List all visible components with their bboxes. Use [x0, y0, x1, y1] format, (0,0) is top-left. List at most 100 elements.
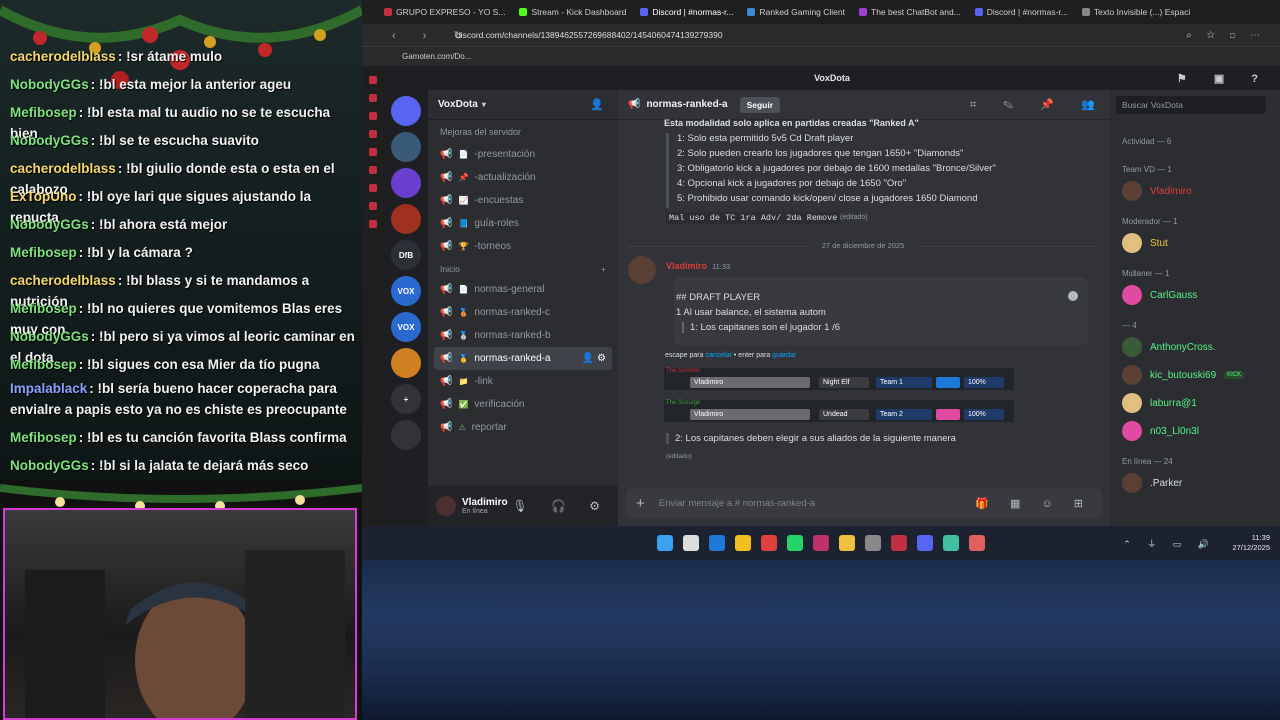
channel-item[interactable]: 📢 ✅ verificación — [428, 393, 618, 416]
discord-titlebar: VoxDota ⚑ ▣ ? — [384, 66, 1280, 90]
browser-tab[interactable]: The best ChatBot and... — [859, 7, 961, 17]
server-icon[interactable] — [391, 348, 421, 378]
browser-tab[interactable]: GRUPO EXPRESO - YO S... — [384, 7, 505, 17]
server-icon[interactable] — [391, 420, 421, 450]
header-action-icons[interactable]: ⌗ ✎ 📌 👥 — [970, 98, 1107, 112]
edit-hint: escape para cancelar • enter para guarda… — [665, 352, 797, 359]
member-name: kic_butouski69 — [1150, 369, 1217, 381]
member-item[interactable]: .Parker — [1122, 473, 1182, 493]
chat-text: !bl si la jalata te dejará más seco — [99, 458, 309, 473]
channel-item[interactable]: 📢 🥉 normas-ranked-c — [428, 301, 618, 324]
composer-icons[interactable]: 🎁 ▦ ☺ ⊞ — [975, 497, 1092, 510]
server-icon[interactable] — [391, 204, 421, 234]
emoji-icon[interactable] — [1068, 291, 1078, 301]
category-header[interactable]: Inicio + — [428, 258, 618, 278]
cancel-link[interactable]: cancelar — [705, 352, 731, 359]
member-item[interactable]: CarlGauss — [1122, 285, 1197, 305]
extension-icons[interactable]: ⌕ ☆ ◻ ⋯ — [1186, 30, 1266, 41]
titlebar-icons[interactable]: ⚑ ▣ ? — [1177, 72, 1270, 85]
avatar[interactable] — [436, 496, 456, 516]
channel-item[interactable]: 📢 ⚠ reportar — [428, 416, 618, 439]
channel-settings-icon[interactable]: 👤 ⚙ — [582, 353, 606, 364]
channel-item[interactable]: 📢 🏆 -torneos — [428, 235, 618, 258]
channel-item[interactable]: 📢 🥇 normas-ranked-a 👤 ⚙ — [434, 347, 612, 370]
server-name: VoxDota — [438, 99, 478, 110]
taskbar-app-icon[interactable] — [891, 535, 907, 551]
channel-name: -torneos — [474, 241, 512, 252]
browser-tab[interactable]: Ranked Gaming Client — [747, 7, 845, 17]
channel-emoji-icon: 📁 — [458, 377, 469, 386]
server-icon[interactable]: VOX — [391, 312, 421, 342]
browser-tab[interactable]: Stream - Kick Dashboard — [519, 7, 626, 17]
message-time: 11:33 — [712, 262, 731, 271]
follow-button[interactable]: Seguir — [739, 96, 781, 113]
browser-tab[interactable]: Discord | #normas-r... — [974, 7, 1068, 17]
channel-item[interactable]: 📢 🥈 normas-ranked-b — [428, 324, 618, 347]
team-image-1: The Sentinel Vladimiro Night Elf Team 1 … — [664, 368, 1014, 390]
composer-placeholder: Enviar mensaje a # — [658, 497, 741, 509]
server-icon[interactable]: + — [391, 384, 421, 414]
member-item[interactable]: laburra@1 — [1122, 393, 1197, 413]
save-link[interactable]: guardar — [772, 352, 796, 359]
user-controls[interactable]: 🎙 🎧 ⚙ — [512, 499, 610, 513]
taskbar-app-icon[interactable] — [761, 535, 777, 551]
channel-emoji-icon: 📄 — [458, 150, 469, 159]
server-icon[interactable] — [391, 96, 421, 126]
activity-header[interactable]: Actividad — 6 — [1122, 137, 1171, 146]
member-item[interactable]: Vladimiro — [1122, 181, 1192, 201]
channel-item[interactable]: 📢 📄 normas-general — [428, 278, 618, 301]
plus-icon[interactable]: + — [601, 264, 606, 274]
message-author[interactable]: Vladimiro — [666, 261, 707, 271]
member-item[interactable]: kic_butouski69 KICK — [1122, 365, 1245, 385]
taskbar-app-icon[interactable] — [787, 535, 803, 551]
member-item[interactable]: n03_Ll0n3l — [1122, 421, 1199, 441]
bookmark-item[interactable]: Gamoten.com/Do... — [402, 52, 471, 61]
message-edit-box[interactable]: ## DRAFT PLAYER 1 Al usar balance, el si… — [674, 277, 1088, 345]
address-bar[interactable]: ‹ › ↻ discord.com/channels/1389462557269… — [362, 24, 1280, 46]
channel-item[interactable]: 📢 📈 -encuestas — [428, 189, 618, 212]
browser-tab[interactable]: Discord | #normas-r... — [640, 7, 733, 17]
server-icon[interactable] — [391, 168, 421, 198]
plus-icon[interactable]: + — [636, 495, 645, 512]
server-boost-item[interactable]: Mejoras del servidor — [428, 120, 618, 143]
server-icon[interactable] — [391, 132, 421, 162]
taskbar-app-icon[interactable] — [917, 535, 933, 551]
chat-text: !bl esta mejor la anterior ageu — [99, 77, 292, 92]
channel-name: guía-roles — [474, 218, 519, 229]
message-composer[interactable]: + Enviar mensaje a # normas-ranked-a 🎁 ▦… — [626, 488, 1102, 518]
member-item[interactable]: AnthonyCross. — [1122, 337, 1216, 357]
avatar — [1122, 393, 1142, 413]
taskbar-app-icon[interactable] — [943, 535, 959, 551]
message-avatar[interactable] — [628, 256, 656, 284]
taskbar-app-icon[interactable] — [735, 535, 751, 551]
tab-favicon-icon — [640, 8, 649, 16]
channel-emoji-icon: 📘 — [458, 219, 469, 228]
taskbar-app-icon[interactable] — [709, 535, 725, 551]
taskbar-app-icon[interactable] — [813, 535, 829, 551]
chat-message: NobodyGGs: !bl esta mejor la anterior ag… — [10, 77, 292, 92]
channel-item[interactable]: 📢 📄 -presentación — [428, 143, 618, 166]
chat-message: NobodyGGs: !bl si la jalata te dejará má… — [10, 458, 309, 473]
browser-tab[interactable]: Texto Invisible (...) Espaci — [1081, 7, 1190, 17]
edited-tag: (editado) — [840, 214, 868, 221]
taskbar-app-icon[interactable] — [839, 535, 855, 551]
system-tray[interactable]: ⌃ ⏚ ▭ 🔊 — [1123, 537, 1216, 550]
team-image-2: The Scourge Vladimiro Undead Team 2 100% — [664, 400, 1014, 422]
taskbar-app-icon[interactable] — [683, 535, 699, 551]
taskbar-app-icon[interactable] — [657, 535, 673, 551]
search-input[interactable]: Buscar VoxDota — [1116, 96, 1266, 114]
channel-item[interactable]: 📢 📁 -link — [428, 370, 618, 393]
channel-item[interactable]: 📢 📌 -actualización — [428, 166, 618, 189]
taskbar-app-icon[interactable] — [969, 535, 985, 551]
url-text[interactable]: discord.com/channels/1389462557269688402… — [456, 30, 723, 40]
member-item[interactable]: Stut — [1122, 233, 1168, 253]
invite-icon[interactable]: 👤 — [590, 98, 604, 111]
server-list: DfB VOX VOX + — [384, 90, 428, 526]
megaphone-icon: 📢 — [440, 218, 453, 229]
server-header[interactable]: VoxDota ▾ 👤 — [428, 90, 618, 120]
rule-2: 2: Los capitanes deben elegir a sus alia… — [666, 433, 956, 444]
server-icon[interactable]: VOX — [391, 276, 421, 306]
channel-item[interactable]: 📢 📘 guía-roles — [428, 212, 618, 235]
server-icon[interactable]: DfB — [391, 240, 421, 270]
taskbar-app-icon[interactable] — [865, 535, 881, 551]
